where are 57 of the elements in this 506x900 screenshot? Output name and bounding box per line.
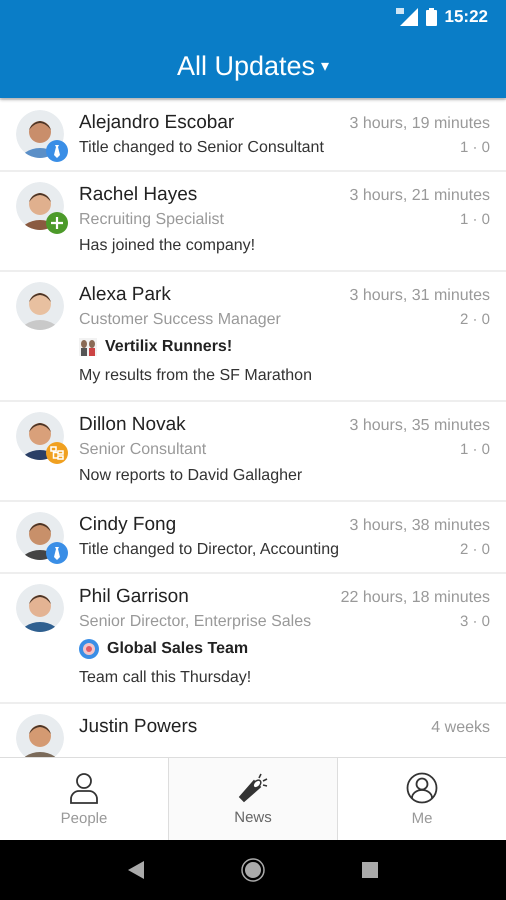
person-name: Rachel Hayes — [79, 183, 198, 207]
update-time: 3 hours, 19 minutes — [349, 115, 490, 133]
update-message: Title changed to Senior Consultant — [79, 138, 324, 158]
update-message: Has joined the company! — [79, 236, 256, 256]
recents-icon — [362, 862, 378, 878]
update-card[interactable]: Rachel Hayes 3 hours, 21 minutes Recruiting Specialist 1 · 0 Has joined the company! — [0, 172, 506, 270]
job-title: Recruiting Specialist — [79, 210, 224, 230]
update-card[interactable]: Alexa Park 3 hours, 31 minutes Customer Success Manager 2 · 0 Vertilix Runners! My results from the SF Marathon — [0, 272, 506, 400]
nav-tab[interactable]: News — [169, 758, 338, 840]
megaphone-icon — [237, 772, 269, 802]
avatar-icon — [16, 584, 64, 632]
tie-badge-icon — [46, 140, 68, 162]
person-name: Phil Garrison — [79, 585, 189, 609]
like-comment-count: 2 · 0 — [460, 311, 490, 328]
person-name: Justin Powers — [79, 715, 198, 739]
like-comment-count: 2 · 0 — [460, 541, 490, 558]
update-card[interactable]: Justin Powers 4 weeks — [0, 704, 506, 757]
update-card[interactable]: Dillon Novak 3 hours, 35 minutes Senior Consultant 1 · 0 Now reports to David Gallagher — [0, 402, 506, 500]
group-name: Global Sales Team — [107, 640, 248, 658]
update-message: Title changed to Director, Accounting — [79, 540, 339, 560]
like-comment-count: 1 · 0 — [460, 441, 490, 458]
update-time: 3 hours, 31 minutes — [349, 287, 490, 305]
feed-filter-dropdown[interactable]: All Updates ▾ — [172, 50, 334, 82]
plus-badge-icon — [46, 212, 68, 234]
like-comment-count: 3 · 0 — [460, 613, 490, 630]
profile-icon — [406, 772, 438, 804]
update-time: 3 hours, 38 minutes — [349, 517, 490, 535]
battery-icon — [426, 8, 437, 26]
job-title: Senior Director, Enterprise Sales — [79, 612, 312, 632]
like-comment-count: 1 · 0 — [460, 139, 490, 156]
update-time: 3 hours, 21 minutes — [349, 187, 490, 205]
back-icon — [128, 861, 144, 879]
update-card[interactable]: Alejandro Escobar 3 hours, 19 minutes Title changed to Senior Consultant 1 · 0 — [0, 100, 506, 170]
signal-icon — [396, 8, 418, 26]
person-name: Cindy Fong — [79, 513, 176, 537]
home-icon — [240, 858, 265, 882]
update-card[interactable]: Cindy Fong 3 hours, 38 minutes Title changed to Director, Accounting 2 · 0 — [0, 502, 506, 572]
update-time: 22 hours, 18 minutes — [340, 589, 490, 607]
like-comment-count: 1 · 0 — [460, 211, 490, 228]
avatar-icon — [16, 282, 64, 330]
target-icon — [79, 639, 99, 659]
update-card[interactable]: Phil Garrison 22 hours, 18 minutes Senior Director, Enterprise Sales 3 · 0 Global Sales Team Team call this Thursday! — [0, 574, 506, 702]
update-message: Now reports to David Gallagher — [79, 466, 304, 486]
tie-badge-icon — [46, 542, 68, 564]
update-time: 4 weeks — [431, 719, 490, 737]
person-name: Alexa Park — [79, 283, 171, 307]
update-time: 3 hours, 35 minutes — [349, 417, 490, 435]
status-time: 15:22 — [444, 7, 488, 27]
person-name: Alejandro Escobar — [79, 111, 234, 135]
group-name: Vertilix Runners! — [105, 338, 232, 356]
person-icon — [69, 772, 99, 804]
update-message: My results from the SF Marathon — [79, 366, 313, 386]
person-name: Dillon Novak — [79, 413, 186, 437]
job-title: Customer Success Manager — [79, 310, 281, 330]
update-message: Team call this Thursday! — [79, 668, 252, 688]
job-title: Senior Consultant — [79, 440, 206, 460]
org-chart-badge-icon — [46, 442, 68, 464]
